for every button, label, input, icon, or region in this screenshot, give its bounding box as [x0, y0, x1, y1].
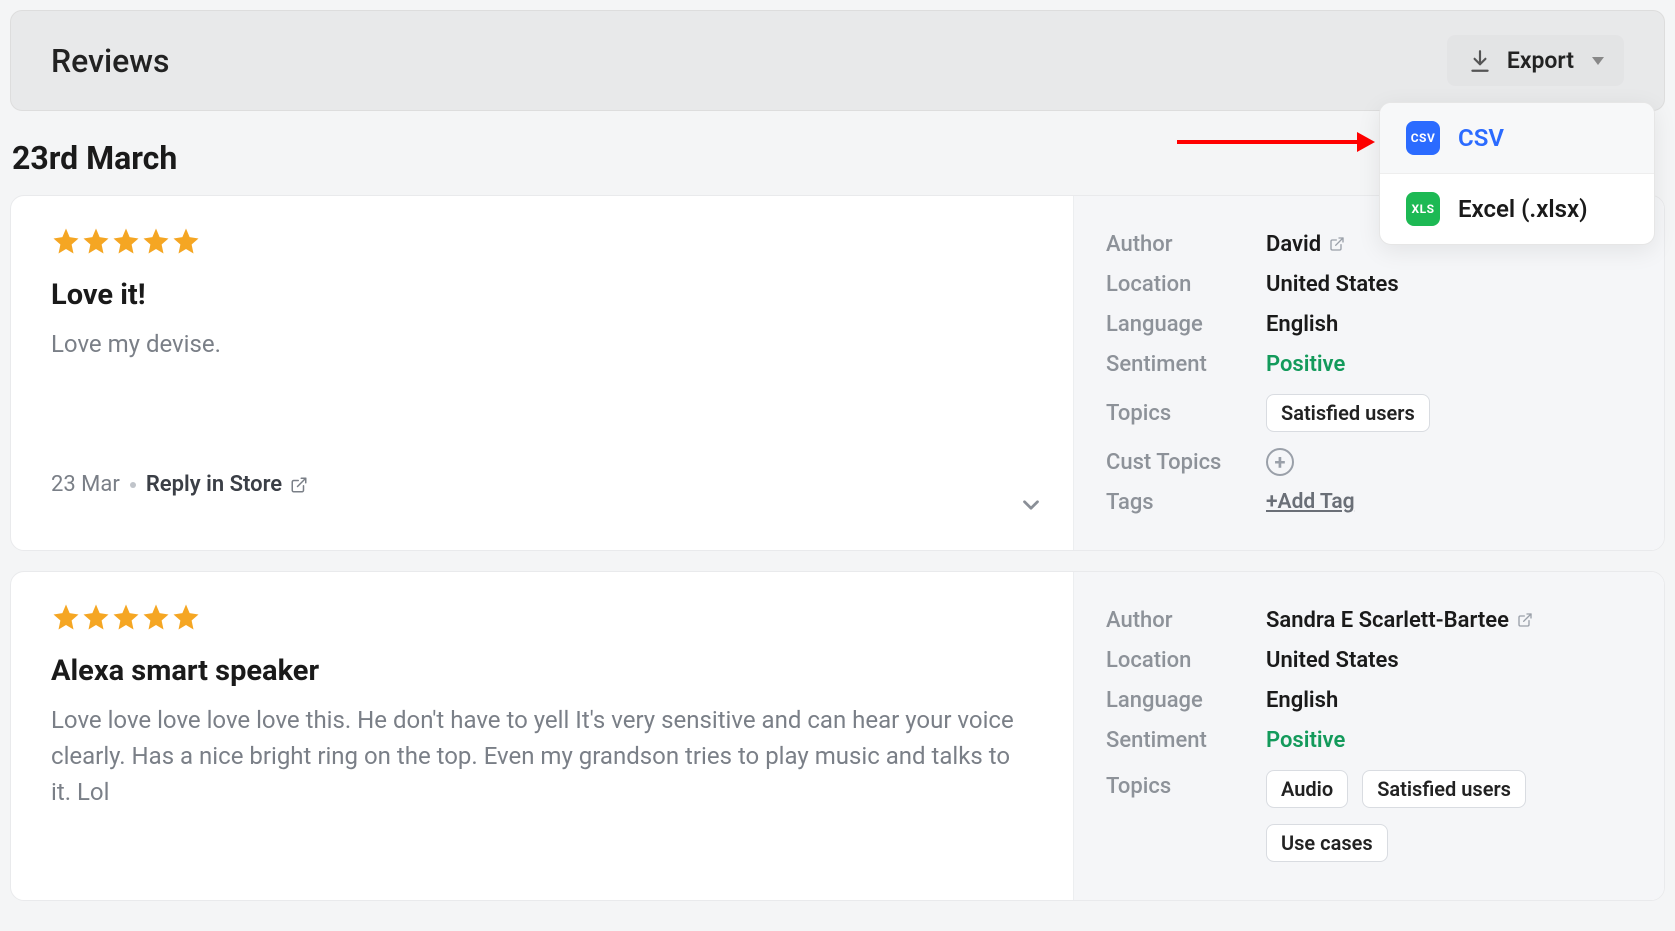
meta-row-tags: Tags +Add Tag — [1106, 482, 1632, 522]
meta-value: English — [1266, 688, 1338, 713]
star-rating — [51, 602, 1033, 636]
topic-chip[interactable]: Satisfied users — [1362, 770, 1526, 808]
meta-row-sentiment: Sentiment Positive — [1106, 720, 1632, 760]
meta-row-location: Location United States — [1106, 640, 1632, 680]
meta-row-language: Language English — [1106, 304, 1632, 344]
export-button-label: Export — [1507, 47, 1574, 74]
star-icon — [171, 226, 201, 260]
meta-value-sentiment: Positive — [1266, 728, 1345, 753]
meta-value-author[interactable]: David — [1266, 232, 1345, 257]
star-icon — [141, 602, 171, 636]
export-menu-item-csv[interactable]: CSV CSV — [1380, 103, 1654, 174]
xls-icon: XLS — [1406, 192, 1440, 226]
callout-arrow — [1177, 132, 1375, 152]
meta-value: + — [1266, 448, 1294, 476]
topic-chip[interactable]: Audio — [1266, 770, 1348, 808]
meta-value: United States — [1266, 648, 1399, 673]
review-body: Love love love love love this. He don't … — [51, 702, 1033, 810]
topic-chip[interactable]: Use cases — [1266, 824, 1388, 862]
review-title: Love it! — [51, 278, 1033, 312]
panel-title: Reviews — [51, 42, 169, 80]
caret-down-icon — [1592, 57, 1604, 65]
meta-label: Location — [1106, 648, 1266, 673]
meta-row-author: Author Sandra E Scarlett-Bartee — [1106, 600, 1632, 640]
star-icon — [81, 602, 111, 636]
meta-label: Sentiment — [1106, 728, 1266, 753]
meta-label: Author — [1106, 232, 1266, 257]
meta-value-sentiment: Positive — [1266, 352, 1345, 377]
author-name: Sandra E Scarlett-Bartee — [1266, 608, 1509, 633]
topic-chip[interactable]: Satisfied users — [1266, 394, 1430, 432]
review-title: Alexa smart speaker — [51, 654, 1033, 688]
meta-label: Author — [1106, 608, 1266, 633]
reply-link-label: Reply in Store — [146, 472, 282, 497]
export-menu: CSV CSV XLS Excel (.xlsx) — [1379, 102, 1655, 245]
download-icon — [1467, 48, 1493, 74]
star-icon — [141, 226, 171, 260]
export-menu-item-label: CSV — [1458, 124, 1504, 152]
star-icon — [81, 226, 111, 260]
review-main: Alexa smart speaker Love love love love … — [11, 572, 1074, 900]
add-tag-link[interactable]: +Add Tag — [1266, 490, 1355, 514]
add-cust-topic-button[interactable]: + — [1266, 448, 1294, 476]
meta-row-language: Language English — [1106, 680, 1632, 720]
meta-value: +Add Tag — [1266, 490, 1355, 514]
star-icon — [111, 226, 141, 260]
meta-label: Location — [1106, 272, 1266, 297]
review-footer: 23 Mar Reply in Store — [51, 472, 1033, 497]
dot-separator — [130, 482, 136, 488]
meta-label: Language — [1106, 688, 1266, 713]
external-link-icon — [290, 476, 308, 494]
meta-value-author[interactable]: Sandra E Scarlett-Bartee — [1266, 608, 1533, 633]
meta-row-location: Location United States — [1106, 264, 1632, 304]
review-meta-panel: Author Sandra E Scarlett-Bartee Location… — [1074, 572, 1664, 900]
meta-label: Tags — [1106, 490, 1266, 515]
external-link-icon — [1329, 236, 1345, 252]
star-icon — [171, 602, 201, 636]
review-card: Alexa smart speaker Love love love love … — [10, 571, 1665, 901]
star-rating — [51, 226, 1033, 260]
chevron-down-icon[interactable] — [1018, 492, 1044, 522]
review-meta-panel: Author David Location United States Lang… — [1074, 196, 1664, 550]
export-menu-item-xlsx[interactable]: XLS Excel (.xlsx) — [1380, 174, 1654, 244]
star-icon — [51, 602, 81, 636]
meta-label: Language — [1106, 312, 1266, 337]
meta-value-topics: Audio Satisfied users Use cases — [1266, 766, 1626, 866]
star-icon — [111, 602, 141, 636]
star-icon — [51, 226, 81, 260]
meta-value: English — [1266, 312, 1338, 337]
review-date: 23 Mar — [51, 472, 120, 497]
meta-row-cust-topics: Cust Topics + — [1106, 442, 1632, 482]
meta-label: Topics — [1106, 401, 1266, 426]
review-body: Love my devise. — [51, 326, 1033, 362]
export-button[interactable]: Export — [1447, 35, 1624, 86]
meta-row-topics: Topics Audio Satisfied users Use cases — [1106, 760, 1632, 872]
review-card: Love it! Love my devise. 23 Mar Reply in… — [10, 195, 1665, 551]
csv-icon: CSV — [1406, 121, 1440, 155]
meta-label: Sentiment — [1106, 352, 1266, 377]
review-main: Love it! Love my devise. 23 Mar Reply in… — [11, 196, 1074, 550]
meta-row-sentiment: Sentiment Positive — [1106, 344, 1632, 384]
meta-label: Cust Topics — [1106, 450, 1266, 475]
export-menu-item-label: Excel (.xlsx) — [1458, 195, 1588, 223]
meta-value: United States — [1266, 272, 1399, 297]
author-name: David — [1266, 232, 1321, 257]
external-link-icon — [1517, 612, 1533, 628]
meta-label: Topics — [1106, 766, 1266, 799]
reviews-panel-header: Reviews Export — [10, 10, 1665, 111]
reply-in-store-link[interactable]: Reply in Store — [146, 472, 308, 497]
meta-value-topics: Satisfied users — [1266, 390, 1436, 436]
meta-row-topics: Topics Satisfied users — [1106, 384, 1632, 442]
